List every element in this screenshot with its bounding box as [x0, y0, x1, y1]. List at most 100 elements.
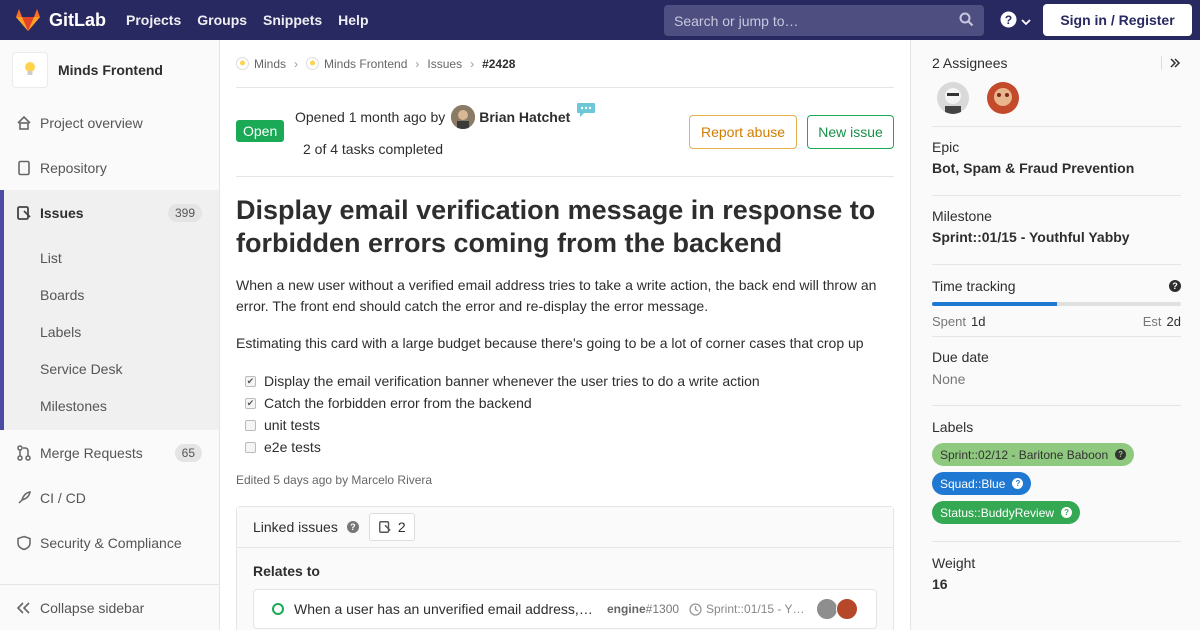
nav-help[interactable]: Help: [338, 12, 368, 28]
time-estimate: Est 2d: [1143, 314, 1181, 329]
weight-block: Weight 16: [932, 542, 1181, 592]
submenu-item-boards[interactable]: Boards: [4, 276, 219, 313]
opened-by: by: [430, 109, 446, 125]
spent-value: 1d: [970, 314, 986, 329]
assignee-avatar[interactable]: [816, 598, 838, 620]
sidebar-item-ci-cd[interactable]: CI / CD: [0, 475, 219, 520]
submenu-item-service-desk[interactable]: Service Desk: [4, 350, 219, 387]
submenu-item-list[interactable]: List: [4, 239, 219, 276]
assignee-avatars: [932, 82, 1181, 114]
task-checkbox[interactable]: [245, 419, 256, 431]
breadcrumb-item-minds[interactable]: Minds: [236, 57, 286, 71]
breadcrumb-item-minds-frontend[interactable]: Minds Frontend: [306, 57, 407, 71]
spent-label: Spent: [932, 314, 966, 329]
task-checkbox[interactable]: ✔: [245, 397, 256, 409]
merge-requests-count-badge: 65: [174, 443, 202, 462]
milestone-label: Milestone: [932, 208, 992, 224]
ref-project: engine: [607, 602, 646, 616]
sign-in-button[interactable]: Sign in / Register: [1043, 4, 1192, 36]
collapse-sidebar-label: Collapse sidebar: [40, 599, 145, 616]
sidebar-item-merge-requests[interactable]: Merge Requests 65: [0, 430, 219, 475]
svg-text:?: ?: [1005, 13, 1012, 27]
issue-open-icon: [272, 603, 284, 615]
lightbulb-icon: [23, 61, 37, 80]
label-pill[interactable]: Sprint::02/12 - Baritone Baboon?: [932, 443, 1135, 466]
sidebar-item-label: Project overview: [40, 114, 143, 131]
nav-projects[interactable]: Projects: [126, 12, 181, 28]
assignee-avatar[interactable]: [987, 82, 1019, 114]
sidebar-item-security-compliance[interactable]: Security & Compliance: [0, 520, 219, 565]
breadcrumb: Minds › Minds Frontend › Issues › #2428: [236, 40, 894, 88]
gitlab-logo-link[interactable]: GitLab: [15, 8, 106, 32]
project-avatar-icon: [306, 57, 320, 70]
left-sidebar: Minds Frontend Project overview Reposito…: [0, 40, 220, 630]
assignee-avatar[interactable]: [937, 82, 969, 114]
breadcrumb-separator: ›: [294, 56, 299, 71]
collapse-sidebar-button[interactable]: Collapse sidebar: [0, 584, 219, 630]
nav-snippets[interactable]: Snippets: [263, 12, 322, 28]
author-name[interactable]: Brian Hatchet: [479, 109, 570, 125]
breadcrumb-label: Minds: [254, 56, 287, 71]
issue-status-badge: Open: [236, 120, 285, 142]
opened-time: 1 month ago: [348, 109, 427, 125]
breadcrumb-separator: ›: [415, 56, 420, 71]
search-box[interactable]: [664, 5, 984, 36]
new-issue-button[interactable]: New issue: [807, 115, 894, 149]
help-dropdown[interactable]: ?: [1000, 11, 1031, 31]
linked-issue-row[interactable]: When a user has an unverified email addr…: [253, 589, 877, 629]
assignees-label: 2 Assignees: [932, 55, 1008, 71]
sidebar-item-repository[interactable]: Repository: [0, 145, 219, 190]
time-spent: Spent 1d: [932, 314, 985, 329]
linked-issues-title: Linked issues: [253, 519, 338, 535]
relates-to-section: Relates to When a user has an unverified…: [237, 548, 893, 630]
assignees-block: 2 Assignees: [932, 40, 1181, 127]
linked-issues-card: Linked issues ? 2 Relates to When a user…: [236, 506, 894, 630]
linked-issue-title[interactable]: When a user has an unverified email addr…: [294, 601, 593, 617]
breadcrumb-separator: ›: [470, 56, 475, 71]
breadcrumb-current-issue[interactable]: #2428: [482, 57, 515, 71]
labels-block: Labels Sprint::02/12 - Baritone Baboon? …: [932, 406, 1181, 542]
linked-issues-count: 2: [368, 513, 415, 541]
label-text: Sprint::02/12 - Baritone Baboon: [940, 447, 1109, 462]
issues-count-badge: 399: [167, 203, 202, 222]
report-abuse-button[interactable]: Report abuse: [689, 115, 797, 149]
issue-title: Display email verification message in re…: [236, 195, 876, 258]
question-circle-icon[interactable]: ?: [1169, 280, 1181, 292]
group-avatar-icon: [236, 57, 249, 70]
task-item: ✔ Display the email verification banner …: [245, 370, 894, 392]
top-navbar: GitLab Projects Groups Snippets Help ? S…: [0, 0, 1200, 40]
sidebar-item-issues[interactable]: Issues 399: [0, 190, 219, 235]
time-tracking-block: Time tracking ? Spent 1d Est 2d: [932, 265, 1181, 337]
task-label: e2e tests: [264, 439, 321, 455]
task-label: Catch the forbidden error from the backe…: [264, 395, 532, 411]
label-pill[interactable]: Squad::Blue?: [932, 472, 1032, 495]
task-item: e2e tests: [245, 436, 894, 458]
nav-groups[interactable]: Groups: [197, 12, 247, 28]
task-item: unit tests: [245, 414, 894, 436]
task-label: Display the email verification banner wh…: [264, 373, 760, 389]
project-header[interactable]: Minds Frontend: [0, 40, 219, 100]
search-input[interactable]: [674, 12, 954, 29]
question-circle-icon: ?: [1000, 11, 1017, 31]
due-date-block: Due date None: [932, 337, 1181, 406]
epic-value[interactable]: Bot, Spam & Fraud Prevention: [932, 160, 1181, 176]
est-label: Est: [1142, 314, 1162, 329]
right-sidebar: 2 Assignees Epic Bot, Spam & Fraud Preve…: [910, 40, 1200, 630]
linked-issue-ref: engine#1300: [607, 602, 679, 616]
task-checkbox[interactable]: ✔: [245, 375, 256, 387]
sidebar-item-project-overview[interactable]: Project overview: [0, 100, 219, 145]
milestone-value[interactable]: Sprint::01/15 - Youthful Yabby: [932, 229, 1181, 245]
breadcrumb-item-issues[interactable]: Issues: [427, 57, 462, 71]
submenu-item-labels[interactable]: Labels: [4, 313, 219, 350]
task-checkbox[interactable]: [245, 441, 256, 453]
submenu-item-milestones[interactable]: Milestones: [4, 387, 219, 424]
label-pill[interactable]: Status::BuddyReview?: [932, 501, 1081, 524]
clock-icon: [689, 602, 702, 616]
sidebar-item-label: Merge Requests: [40, 444, 143, 461]
double-chevron-right-icon[interactable]: [1169, 56, 1181, 72]
weight-label: Weight: [932, 555, 976, 571]
question-circle-icon[interactable]: ?: [346, 521, 359, 533]
assignee-avatar[interactable]: [836, 598, 858, 620]
issue-opened-info: Opened 1 month ago by Brian Hatchet: [295, 102, 596, 129]
author-avatar[interactable]: [451, 105, 476, 129]
